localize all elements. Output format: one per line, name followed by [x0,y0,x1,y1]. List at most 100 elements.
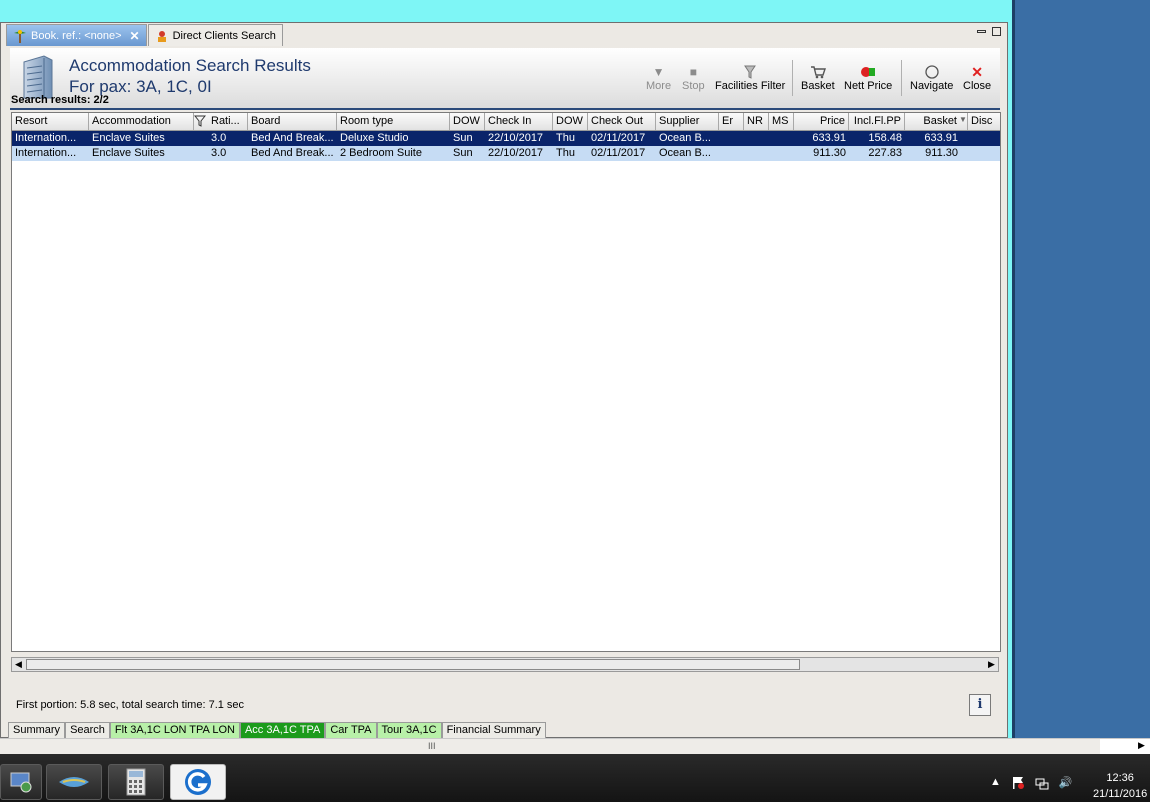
navigate-label: Navigate [910,80,954,92]
stop-icon: ■ [689,65,697,79]
tab-booking[interactable]: Book. ref.: <none> ✕ [6,24,147,46]
basket-label: Basket [801,80,835,92]
results-table: Resort Accommodation Rati... Board Room … [11,112,1001,652]
column-header[interactable]: Accommodation [89,113,194,130]
column-header[interactable]: Room type [337,113,450,130]
column-header[interactable]: Incl.Fl.PP [849,113,905,130]
column-header[interactable]: DOW [553,113,588,130]
scroll-grip[interactable]: III [428,741,436,751]
tab-tour[interactable]: Tour 3A,1C [376,722,442,738]
column-header[interactable]: NR [744,113,769,130]
system-clock[interactable]: 12:36 21/11/2016 [1093,770,1147,802]
calculator-icon[interactable] [108,764,164,800]
network-icon[interactable] [1035,776,1049,793]
column-header[interactable]: Rati... [208,113,248,130]
scroll-right-icon[interactable]: ▶ [1138,740,1145,751]
table-cell: Ocean B... [659,147,711,159]
action-center-flag-icon[interactable] [1011,776,1025,793]
basket-icon [810,64,826,80]
system-tray: ▲ 🔊 [990,776,1073,793]
table-cell: 158.48 [868,132,902,144]
tab-accommodation[interactable]: Acc 3A,1C TPA [239,722,326,738]
table-cell: 633.91 [812,132,846,144]
page-title: Accommodation Search Results [69,56,311,75]
column-header[interactable]: MS [769,113,794,130]
clock-time: 12:36 [1106,772,1134,784]
basket-button[interactable]: Basket [801,64,835,92]
scrollbar-thumb[interactable] [26,659,800,670]
more-button[interactable]: ▼ More [646,64,671,92]
scroll-left-icon[interactable]: ◀ [12,658,25,671]
toolbar-separator [901,60,902,96]
clock-date: 21/11/2016 [1093,788,1148,800]
close-icon: ✕ [971,63,983,80]
column-header[interactable]: Supplier [656,113,719,130]
tab-summary[interactable]: Summary [8,722,66,738]
toolbar-separator [792,60,793,96]
column-header[interactable]: Disc [968,113,1000,130]
table-cell: 2 Bedroom Suite [340,147,422,159]
column-header[interactable]: Check Out [588,113,656,130]
navigate-button[interactable]: Navigate [910,64,953,92]
show-hidden-icons-icon[interactable]: ▲ [990,776,1001,793]
table-cell: 911.30 [813,147,846,159]
table-cell: Internation... [15,147,77,159]
clients-icon [155,29,169,43]
volume-icon[interactable]: 🔊 [1059,776,1073,793]
table-cell: Deluxe Studio [340,132,409,144]
tab-direct-clients-search[interactable]: Direct Clients Search [147,24,283,46]
nett-price-icon [860,64,876,80]
table-cell: 3.0 [211,147,227,159]
window-controls [977,27,1001,36]
tab-search[interactable]: Search [65,722,110,738]
column-header[interactable]: Er [719,113,744,130]
scroll-right-icon[interactable]: ▶ [985,658,998,671]
media-app-icon[interactable] [46,764,102,800]
stop-label: Stop [682,80,705,92]
nett-price-button[interactable]: Nett Price [844,64,892,92]
tab-flight[interactable]: Flt 3A,1C LON TPA LON [109,722,240,738]
table-cell: 3.0 [211,132,227,144]
window-horizontal-scrollbar[interactable]: III ▶ [0,738,1150,754]
results-header: Accommodation Search Results For pax: 3A… [10,48,1000,110]
table-cell: 911.30 [925,147,958,159]
close-label: Close [963,80,992,92]
column-header[interactable]: DOW [450,113,485,130]
column-header[interactable]: Price [794,113,849,130]
tab-label: Direct Clients Search [172,29,276,42]
column-header[interactable]: Resort [12,113,89,130]
more-label: More [646,80,672,92]
triangle-down-icon: ▼ [652,65,665,79]
info-button[interactable]: i [969,694,991,716]
editor-tabs: Book. ref.: <none> ✕ Direct Clients Sear… [6,24,284,46]
tab-financial-summary[interactable]: Financial Summary [441,722,546,738]
travel-app-icon[interactable] [170,764,226,800]
table-row[interactable]: Internation... Enclave Suites 3.0 Bed An… [12,131,1000,146]
column-header[interactable]: Board [248,113,337,130]
table-cell: Thu [556,132,575,144]
table-horizontal-scrollbar[interactable]: ◀ ▶ [11,657,999,672]
search-results-count: Search results: 2/2 [11,94,109,106]
table-cell: Bed And Break... [251,132,334,144]
table-cell: Internation... [15,132,77,144]
tab-car[interactable]: Car TPA [325,722,377,738]
close-tab-icon[interactable]: ✕ [130,29,140,43]
palm-tree-icon [13,29,27,43]
table-row[interactable]: Internation... Enclave Suites 3.0 Bed An… [12,146,1000,161]
table-cell: Enclave Suites [92,132,165,144]
network-app-icon[interactable] [0,764,42,800]
table-cell: 22/10/2017 [488,147,544,159]
maximize-icon[interactable] [992,27,1001,36]
nett-price-label: Nett Price [844,80,893,92]
column-header[interactable]: Check In [485,113,553,130]
table-cell: 22/10/2017 [488,132,544,144]
taskbar: ▲ 🔊 12:36 21/11/2016 [0,754,1150,802]
table-cell: 02/11/2017 [591,132,646,144]
table-cell: Ocean B... [659,132,711,144]
column-filter-icon[interactable] [193,115,207,130]
table-cell: 227.83 [868,147,902,159]
facilities-filter-button[interactable]: Facilities Filter [715,64,785,92]
minimize-icon[interactable] [977,30,986,33]
close-button[interactable]: ✕ Close [963,63,992,93]
stop-button[interactable]: ■ Stop [682,64,705,92]
